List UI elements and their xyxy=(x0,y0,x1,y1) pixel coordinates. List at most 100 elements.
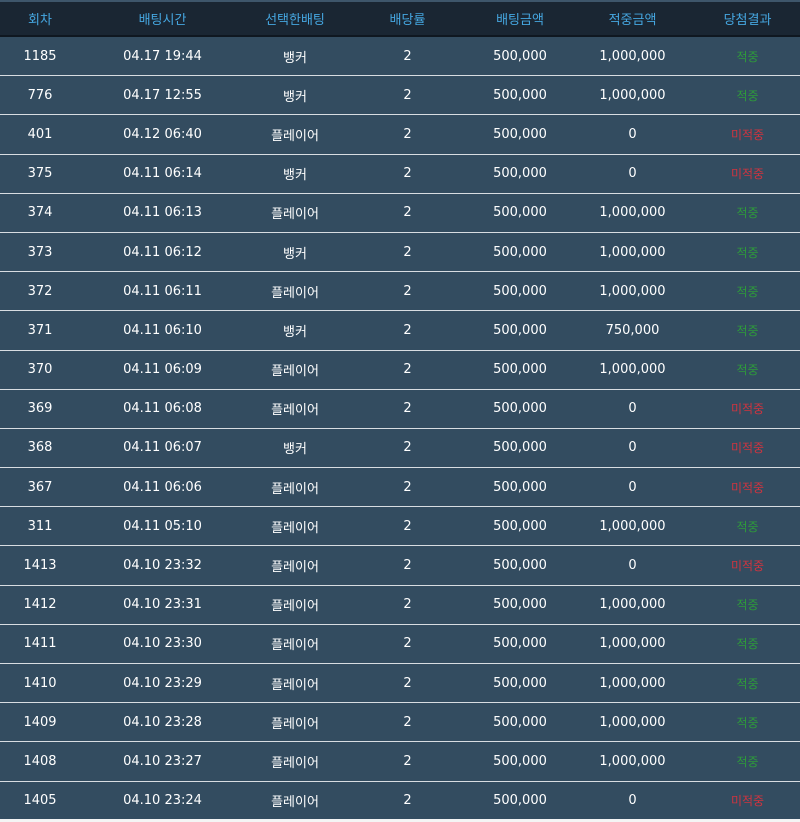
pick-cell: 플레이어 xyxy=(271,638,319,654)
header-payout[interactable]: 적중금액 xyxy=(570,2,695,35)
round-cell: 1185 xyxy=(23,48,57,64)
table-row[interactable]: 401 04.12 06:40 플레이어 2 500,000 0 미적중 xyxy=(0,115,800,155)
odds-cell: 2 xyxy=(403,126,412,142)
table-row[interactable]: 1405 04.10 23:24 플레이어 2 500,000 0 미적중 xyxy=(0,781,800,821)
round-cell: 311 xyxy=(27,518,53,534)
round-cell: 1411 xyxy=(23,636,57,652)
result-badge: 미적중 xyxy=(730,167,765,182)
bet-time-cell: 04.11 06:11 xyxy=(123,283,202,299)
table-row[interactable]: 368 04.11 06:07 뱅커 2 500,000 0 미적중 xyxy=(0,428,800,469)
odds-cell: 2 xyxy=(403,597,412,613)
bet-amount-cell: 500,000 xyxy=(493,714,547,730)
table-row[interactable]: 374 04.11 06:13 플레이어 2 500,000 1,000,000 적중 xyxy=(0,193,800,233)
table-row[interactable]: 367 04.11 06:06 플레이어 2 500,000 0 미적중 xyxy=(0,468,800,508)
pick-cell: 플레이어 xyxy=(271,599,319,615)
bet-time-cell: 04.10 23:28 xyxy=(123,714,202,730)
round-cell: 1412 xyxy=(23,597,57,613)
header-round[interactable]: 회차 xyxy=(0,2,80,35)
table-row[interactable]: 1411 04.10 23:30 플레이어 2 500,000 1,000,000 적중 xyxy=(0,624,800,664)
round-cell: 374 xyxy=(27,205,53,221)
pick-cell: 플레이어 xyxy=(271,207,319,223)
bet-time-cell: 04.11 06:09 xyxy=(123,362,202,378)
round-cell: 1408 xyxy=(23,753,57,769)
payout-cell: 1,000,000 xyxy=(599,362,666,378)
table-row[interactable]: 1409 04.10 23:28 플레이어 2 500,000 1,000,000 적중 xyxy=(0,703,800,743)
round-cell: 1409 xyxy=(23,714,57,730)
header-result[interactable]: 당첨결과 xyxy=(695,2,800,35)
round-cell: 369 xyxy=(27,401,53,417)
result-badge: 적중 xyxy=(736,284,759,299)
odds-cell: 2 xyxy=(403,479,412,495)
odds-cell: 2 xyxy=(403,401,412,417)
round-cell: 776 xyxy=(27,87,53,103)
bet-amount-cell: 500,000 xyxy=(493,753,547,769)
table-row[interactable]: 375 04.11 06:14 뱅커 2 500,000 0 미적중 xyxy=(0,154,800,194)
bet-time-cell: 04.11 06:13 xyxy=(123,205,202,221)
bet-time-cell: 04.12 06:40 xyxy=(123,126,202,142)
result-badge: 적중 xyxy=(736,49,759,64)
pick-cell: 플레이어 xyxy=(271,403,319,419)
bet-amount-cell: 500,000 xyxy=(493,87,547,103)
odds-cell: 2 xyxy=(403,48,412,64)
payout-cell: 1,000,000 xyxy=(599,244,666,260)
table-row[interactable]: 311 04.11 05:10 플레이어 2 500,000 1,000,000 적중 xyxy=(0,507,800,547)
table-row[interactable]: 1408 04.10 23:27 플레이어 2 500,000 1,000,000 적중 xyxy=(0,742,800,782)
result-badge: 적중 xyxy=(736,519,759,534)
table-row[interactable]: 1410 04.10 23:29 플레이어 2 500,000 1,000,000 적중 xyxy=(0,664,800,704)
table-row[interactable]: 369 04.11 06:08 플레이어 2 500,000 0 미적중 xyxy=(0,389,800,429)
pick-cell: 플레이어 xyxy=(271,285,319,301)
header-odds[interactable]: 배당률 xyxy=(345,2,470,35)
bet-time-cell: 04.11 06:12 xyxy=(123,244,202,260)
result-badge: 적중 xyxy=(736,323,759,338)
bet-time-cell: 04.10 23:27 xyxy=(123,753,202,769)
round-cell: 1405 xyxy=(23,793,57,809)
header-pick[interactable]: 선택한배팅 xyxy=(245,2,345,35)
result-badge: 미적중 xyxy=(730,794,765,809)
bet-time-cell: 04.17 12:55 xyxy=(123,87,202,103)
odds-cell: 2 xyxy=(403,87,412,103)
pick-cell: 플레이어 xyxy=(271,755,319,771)
table-row[interactable]: 776 04.17 12:55 뱅커 2 500,000 1,000,000 적중 xyxy=(0,76,800,116)
result-badge: 미적중 xyxy=(730,402,765,417)
pick-cell: 플레이어 xyxy=(271,560,319,576)
bet-time-cell: 04.11 06:06 xyxy=(123,479,202,495)
header-bet-time[interactable]: 배팅시간 xyxy=(80,2,245,35)
payout-cell: 0 xyxy=(628,401,637,417)
bet-amount-cell: 500,000 xyxy=(493,126,547,142)
payout-cell: 1,000,000 xyxy=(599,714,666,730)
bet-amount-cell: 500,000 xyxy=(493,283,547,299)
table-row[interactable]: 1413 04.10 23:32 플레이어 2 500,000 0 미적중 xyxy=(0,546,800,586)
table-row[interactable]: 1185 04.17 19:44 뱅커 2 500,000 1,000,000 적중 xyxy=(0,37,800,77)
pick-cell: 뱅커 xyxy=(283,324,307,340)
pick-cell: 플레이어 xyxy=(271,677,319,693)
payout-cell: 0 xyxy=(628,479,637,495)
bet-amount-cell: 500,000 xyxy=(493,636,547,652)
payout-cell: 1,000,000 xyxy=(599,597,666,613)
table-body: 1185 04.17 19:44 뱅커 2 500,000 1,000,000 적중 776 0… xyxy=(0,37,800,821)
bet-amount-cell: 500,000 xyxy=(493,48,547,64)
bet-time-cell: 04.10 23:32 xyxy=(123,558,202,574)
bet-amount-cell: 500,000 xyxy=(493,362,547,378)
bet-amount-cell: 500,000 xyxy=(493,793,547,809)
payout-cell: 0 xyxy=(628,440,637,456)
bet-time-cell: 04.10 23:30 xyxy=(123,636,202,652)
header-bet-amount[interactable]: 배팅금액 xyxy=(470,2,570,35)
bet-history-table: 회차 배팅시간 선택한배팅 배당률 배팅금액 적중금액 당첨결과 1185 04.… xyxy=(0,0,800,821)
result-badge: 적중 xyxy=(736,245,759,260)
odds-cell: 2 xyxy=(403,283,412,299)
odds-cell: 2 xyxy=(403,518,412,534)
table-row[interactable]: 373 04.11 06:12 뱅커 2 500,000 1,000,000 적중 xyxy=(0,232,800,273)
table-row[interactable]: 372 04.11 06:11 플레이어 2 500,000 1,000,000 적중 xyxy=(0,272,800,312)
pick-cell: 뱅커 xyxy=(283,246,307,262)
bet-time-cell: 04.10 23:31 xyxy=(123,597,202,613)
table-row[interactable]: 370 04.11 06:09 플레이어 2 500,000 1,000,000 적중 xyxy=(0,350,800,390)
odds-cell: 2 xyxy=(403,558,412,574)
pick-cell: 뱅커 xyxy=(283,168,307,184)
table-row[interactable]: 371 04.11 06:10 뱅커 2 500,000 750,000 적중 xyxy=(0,311,800,351)
round-cell: 368 xyxy=(27,440,53,456)
bet-amount-cell: 500,000 xyxy=(493,675,547,691)
bet-time-cell: 04.17 19:44 xyxy=(123,48,202,64)
payout-cell: 1,000,000 xyxy=(599,87,666,103)
table-row[interactable]: 1412 04.10 23:31 플레이어 2 500,000 1,000,000 적중 xyxy=(0,585,800,625)
pick-cell: 뱅커 xyxy=(283,89,307,105)
